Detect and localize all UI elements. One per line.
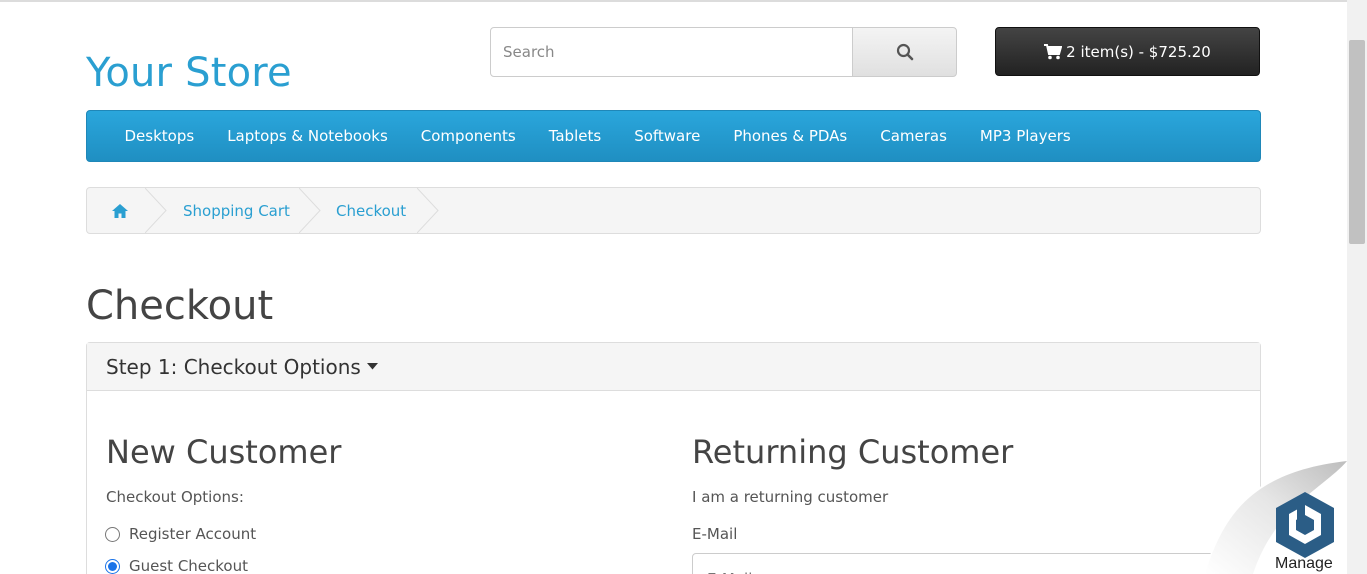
register-account-radio[interactable] bbox=[105, 526, 120, 542]
checkout-options-label: Checkout Options: bbox=[106, 488, 244, 506]
nav-item-phones-pdas[interactable]: Phones & PDAs bbox=[717, 127, 864, 145]
breadcrumb: Shopping Cart Checkout bbox=[86, 187, 1261, 234]
search-button[interactable] bbox=[852, 27, 957, 77]
returning-customer-subtitle: I am a returning customer bbox=[692, 488, 889, 506]
guest-checkout-option[interactable]: Guest Checkout bbox=[105, 557, 248, 574]
top-border bbox=[0, 0, 1367, 2]
breadcrumb-separator bbox=[299, 188, 321, 233]
email-field[interactable] bbox=[692, 553, 1252, 574]
nav-item-components[interactable]: Components bbox=[404, 127, 532, 145]
shopping-cart-icon bbox=[1044, 43, 1063, 59]
breadcrumb-home[interactable] bbox=[111, 188, 129, 233]
caret-down-icon bbox=[366, 363, 378, 370]
cart-summary: 2 item(s) - $725.20 bbox=[1066, 42, 1211, 61]
nav-item-cameras[interactable]: Cameras bbox=[864, 127, 964, 145]
cart-button[interactable]: 2 item(s) - $725.20 bbox=[995, 27, 1260, 76]
breadcrumb-checkout[interactable]: Checkout bbox=[336, 188, 406, 233]
breadcrumb-separator bbox=[417, 188, 439, 233]
new-customer-title: New Customer bbox=[106, 433, 342, 471]
page-title: Checkout bbox=[86, 283, 274, 329]
scrollbar-thumb[interactable] bbox=[1349, 40, 1365, 244]
returning-customer-title: Returning Customer bbox=[692, 433, 1014, 471]
search-input[interactable] bbox=[490, 27, 853, 77]
email-label: E-Mail bbox=[692, 525, 738, 543]
main-menu: Desktops Laptops & Notebooks Components … bbox=[86, 110, 1261, 162]
nav-item-laptops-notebooks[interactable]: Laptops & Notebooks bbox=[211, 127, 405, 145]
guest-checkout-radio[interactable] bbox=[105, 558, 120, 574]
store-logo[interactable]: Your Store bbox=[86, 50, 292, 96]
home-icon bbox=[112, 203, 128, 218]
register-account-label: Register Account bbox=[129, 525, 257, 543]
nav-item-mp3-players[interactable]: MP3 Players bbox=[963, 127, 1087, 145]
nav-item-desktops[interactable]: Desktops bbox=[108, 127, 211, 145]
register-account-option[interactable]: Register Account bbox=[105, 525, 256, 543]
nav-item-software[interactable]: Software bbox=[618, 127, 717, 145]
search-icon bbox=[896, 43, 913, 61]
breadcrumb-shopping-cart[interactable]: Shopping Cart bbox=[183, 188, 290, 233]
nav-item-tablets[interactable]: Tablets bbox=[532, 127, 618, 145]
checkout-options-heading[interactable]: Step 1: Checkout Options bbox=[87, 343, 1260, 391]
search-bar bbox=[490, 27, 957, 77]
panel-heading-text: Step 1: Checkout Options bbox=[106, 354, 361, 379]
guest-checkout-label: Guest Checkout bbox=[129, 557, 248, 574]
manage-label[interactable]: Manage bbox=[1275, 555, 1333, 573]
breadcrumb-separator bbox=[145, 188, 167, 233]
